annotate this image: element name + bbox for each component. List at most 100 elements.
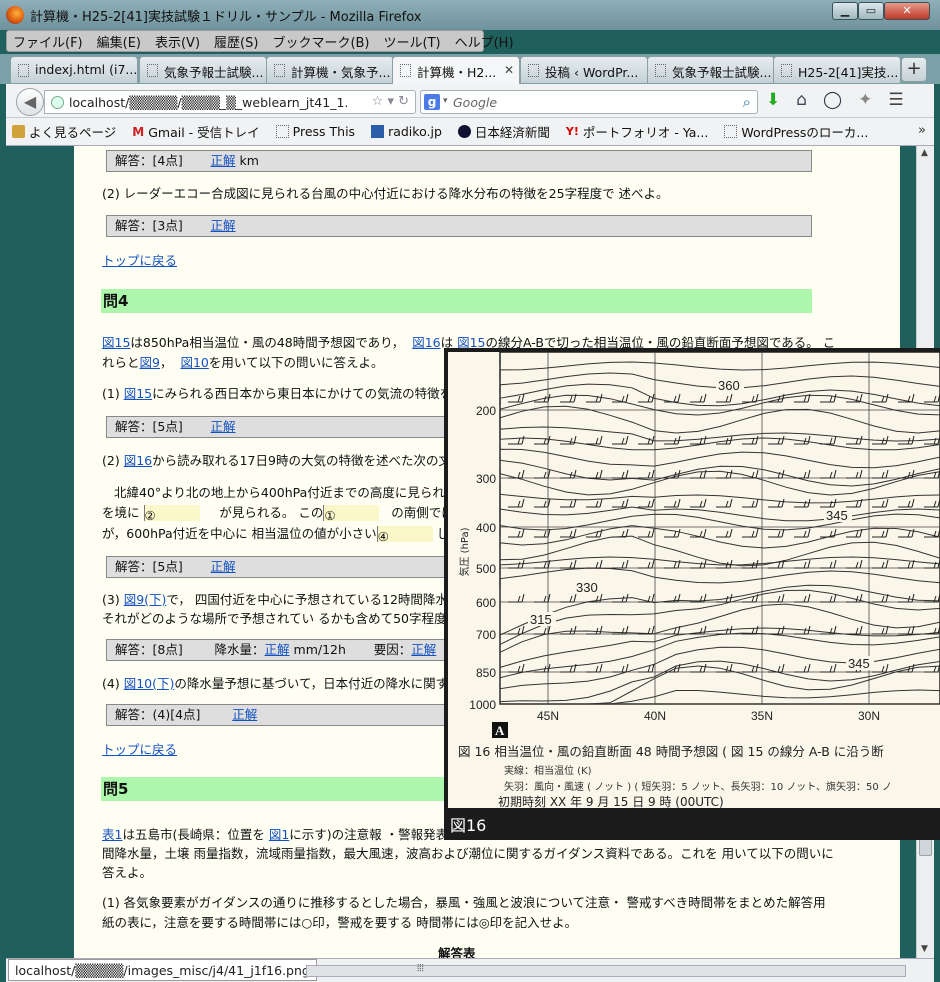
figure-link[interactable]: 図16 (412, 335, 440, 350)
back-to-top-link[interactable]: トップに戻る (102, 250, 177, 269)
site-identity-icon[interactable] (51, 96, 64, 109)
yahoo-icon: Y! (565, 125, 579, 138)
answer-link[interactable]: 正解 (411, 642, 436, 657)
contour-label: 345 (826, 508, 848, 523)
back-to-top-link[interactable]: トップに戻る (102, 739, 177, 758)
search-icon[interactable]: ⌕ (743, 93, 751, 111)
contour-label: 345 (848, 656, 870, 671)
bookmark-wordpress-local[interactable]: WordPressのローカ... (724, 122, 868, 141)
menu-tools[interactable]: ツール(T) (384, 32, 441, 51)
tab-label: 気象予報士試験... (672, 65, 772, 80)
figure-image: 200 300 400 500 600 700 850 1000 45N 40N 35N 30N 気圧 … (448, 352, 940, 808)
figure-link[interactable]: 図15 (124, 386, 152, 401)
search-input[interactable]: Google (453, 95, 497, 110)
download-icon[interactable]: ⬇ (766, 90, 780, 110)
home-icon[interactable]: ⌂ (796, 90, 807, 110)
menu-icon[interactable]: ☰ (888, 90, 903, 110)
answer-label: 解答：[4点] (115, 153, 183, 168)
text: の降水量予想に基づいて，日本付近の降水に関す (174, 676, 449, 691)
figure-link[interactable]: 図16 (124, 453, 152, 468)
rain-unit: mm/12h (293, 642, 346, 657)
contour-label: 330 (576, 580, 598, 595)
answer-label: 解答：[5点] (115, 419, 183, 434)
text: から読み取れる17日9時の大気の特徴を述べた次の文章 (152, 453, 464, 468)
text: を境に (102, 505, 140, 520)
figure-link[interactable]: 図15 (102, 335, 130, 350)
text: を用いて以下の問いに答えよ。 (208, 355, 384, 370)
tab-active[interactable]: 計算機・H2... ✕ (392, 56, 520, 84)
text: に示す)の注意報 ・警報発表基 (289, 827, 461, 842)
answer-link[interactable]: 正解 (265, 642, 290, 657)
folder-icon (12, 125, 25, 138)
url-text[interactable]: localhost/▒▒▒▒▒/▒▒▒▒_▒_weblearn_jt41_1.h… (69, 95, 347, 110)
bookmark-radiko[interactable]: radiko.jp (371, 124, 442, 139)
page-icon (400, 64, 411, 77)
figure-link[interactable]: 図1 (269, 827, 289, 842)
tab[interactable]: 気象予報士試験... (139, 56, 267, 83)
y-tick-label: 400 (476, 521, 496, 535)
answer-link[interactable]: 正解 (211, 218, 236, 233)
close-button[interactable]: ✕ (884, 2, 930, 20)
google-icon[interactable]: g (424, 94, 440, 110)
blank-input-1[interactable]: ① (323, 505, 380, 523)
answer-link[interactable]: 正解 (211, 419, 236, 434)
status-url: localhost/▒▒▒▒▒/images_misc/j4/41_j1f16.… (8, 959, 317, 981)
blank-input-2[interactable]: ② (143, 505, 200, 523)
tab-label: H25-2[41]実技... (798, 65, 899, 80)
title-bar: 計算機・H25-2[41]実技試験１ドリル・サンプル - Mozilla Fir… (0, 0, 940, 30)
tab[interactable]: 投稿 ‹ WordPr... (520, 56, 648, 83)
horizontal-scrollbar[interactable]: ⦙⦙⦙ (306, 963, 906, 977)
tab-close-icon[interactable]: ✕ (504, 63, 514, 77)
scroll-down-icon[interactable]: ▼ (921, 944, 928, 954)
cause-label: 要因： (373, 642, 412, 657)
answer-link[interactable]: 正解 (211, 559, 236, 574)
figure-link[interactable]: 図10 (180, 355, 208, 370)
tab-label: 投稿 ‹ WordPr... (545, 65, 639, 80)
status-bar: localhost/▒▒▒▒▒/images_misc/j4/41_j1f16.… (6, 958, 934, 982)
y-tick-label: 200 (476, 404, 496, 418)
blank-input-4[interactable]: ④ (376, 526, 433, 544)
y-tick-label: 600 (476, 596, 496, 610)
navigation-bar: ◀ localhost/▒▒▒▒▒/▒▒▒▒_▒_weblearn_jt41_1… (6, 84, 934, 118)
menu-bookmarks[interactable]: ブックマーク(B) (272, 32, 369, 51)
x-tick-label: 35N (751, 709, 773, 723)
bookmark-portfolio[interactable]: Y! ポートフォリオ - Ya... (566, 122, 708, 141)
table-link[interactable]: 表1 (102, 827, 122, 842)
bookmarks-overflow-icon[interactable]: » (918, 123, 926, 138)
bookmark-most-visited[interactable]: よく見るページ (12, 122, 116, 141)
figure-link[interactable]: 図9(下) (124, 592, 167, 607)
minimize-button[interactable]: ▁ (832, 2, 858, 20)
sync-icon[interactable]: ◯ (823, 90, 842, 110)
new-tab-button[interactable]: + (901, 57, 927, 82)
bookmark-nikkei[interactable]: 日本経済新聞 (457, 122, 550, 141)
figure-link[interactable]: 図10(下) (124, 676, 175, 691)
bookmark-press-this[interactable]: Press This (275, 124, 355, 139)
answer-link[interactable]: 正解 (232, 707, 257, 722)
tab-label: 計算機・H2... (417, 65, 497, 80)
page-icon (18, 64, 29, 77)
tab[interactable]: H25-2[41]実技... (773, 56, 901, 83)
search-engine-dropdown-icon[interactable]: ▾ (443, 96, 448, 106)
bookmark-gmail[interactable]: M Gmail - 受信トレイ (132, 122, 259, 141)
menu-edit[interactable]: 編集(E) (97, 32, 141, 51)
maximize-button[interactable]: ▭ (858, 2, 884, 20)
menu-view[interactable]: 表示(V) (155, 32, 200, 51)
menu-history[interactable]: 履歴(S) (214, 32, 258, 51)
scroll-up-icon[interactable]: ▲ (921, 148, 928, 158)
figure-link[interactable]: 図9 (140, 355, 160, 370)
answer-link[interactable]: 正解 (211, 153, 236, 168)
tab[interactable]: 計算機・気象予... (266, 56, 394, 83)
tab[interactable]: 気象予報士試験... (647, 56, 775, 83)
blank-marker: ② (144, 508, 156, 523)
bookmark-label: WordPressのローカ... (741, 125, 869, 140)
tab[interactable]: indexj.html (i7... (10, 56, 138, 83)
url-bar[interactable]: localhost/▒▒▒▒▒/▒▒▒▒_▒_weblearn_jt41_1.h… (44, 90, 416, 114)
menu-file[interactable]: ファイル(F) (13, 32, 83, 51)
bookmark-star-reload-icons[interactable]: ☆ ▾ ↻ (372, 94, 409, 109)
tab-strip: indexj.html (i7... 気象予報士試験... 計算機・気象予...… (0, 54, 940, 84)
extension-icon[interactable]: ✦ (858, 90, 872, 110)
back-button[interactable]: ◀ (16, 88, 44, 116)
figure-caption: 図 16 相当温位・風の鉛直断面 48 時間予想図 ( 図 15 の線分 A-B… (458, 744, 884, 759)
menu-help[interactable]: ヘルプ(H) (455, 32, 514, 51)
search-bar[interactable]: g ▾ Google ⌕ (420, 90, 758, 114)
